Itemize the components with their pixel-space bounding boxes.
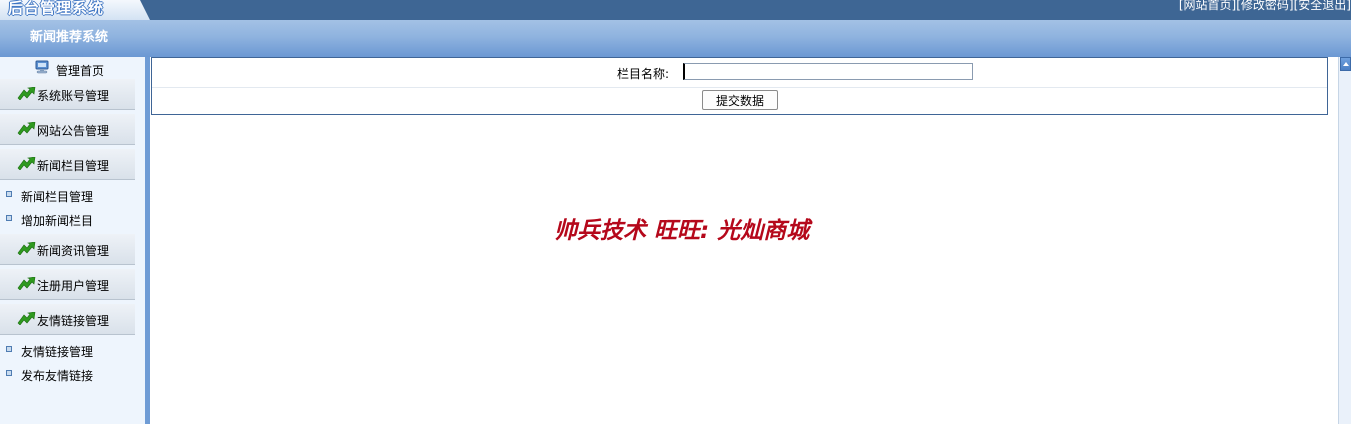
menu-registered-users[interactable]: 注册用户管理 [0, 269, 135, 300]
menu-label: 新闻资讯管理 [37, 244, 110, 258]
submit-button[interactable]: 提交数据 [702, 90, 778, 110]
top-bar: 后台管理系统 [网站首页][修改密码][安全退出] [0, 0, 1351, 20]
site-home-link[interactable]: [网站首页] [1179, 0, 1236, 12]
top-links: [网站首页][修改密码][安全退出] [1179, 0, 1351, 13]
sidebar: 管理首页 系统账号管理 网站公告管理 新闻栏目管理 新闻栏目管理 增加新闻栏目 … [0, 57, 145, 424]
change-password-link[interactable]: [修改密码] [1236, 0, 1293, 12]
bullet-icon [6, 346, 12, 352]
menu-label: 新闻栏目管理 [37, 159, 110, 173]
submenu-news-column-manage[interactable]: 新闻栏目管理 [0, 184, 140, 206]
menu-label: 系统账号管理 [37, 89, 110, 103]
menu-system-accounts[interactable]: 系统账号管理 [0, 79, 135, 110]
sidebar-home[interactable]: 管理首页 [0, 57, 145, 79]
form-row: 栏目名称: [152, 58, 1327, 88]
sub-header [0, 20, 1351, 57]
green-arrow-icon [17, 87, 36, 100]
menu-label: 网站公告管理 [37, 124, 110, 138]
menu-friend-links[interactable]: 友情链接管理 [0, 304, 135, 335]
menu-news-columns[interactable]: 新闻栏目管理 [0, 149, 135, 180]
logout-link[interactable]: [安全退出] [1294, 0, 1351, 12]
green-arrow-icon [17, 242, 36, 255]
menu-site-notices[interactable]: 网站公告管理 [0, 114, 135, 145]
vertical-scrollbar[interactable] [1338, 57, 1351, 424]
scroll-up-icon[interactable] [1340, 57, 1351, 71]
submenu-label: 发布友情链接 [21, 369, 94, 383]
green-arrow-icon [17, 157, 36, 170]
green-arrow-icon [17, 122, 36, 135]
bullet-icon [6, 370, 12, 376]
sidebar-home-label: 管理首页 [56, 64, 105, 78]
submenu-friend-link-manage[interactable]: 友情链接管理 [0, 339, 140, 361]
green-arrow-icon [17, 277, 36, 290]
submenu-publish-friend-link[interactable]: 发布友情链接 [0, 363, 140, 385]
submenu-label: 新闻栏目管理 [21, 190, 94, 204]
column-name-input[interactable] [683, 63, 973, 80]
bullet-icon [6, 215, 12, 221]
menu-label: 注册用户管理 [37, 279, 110, 293]
main-content: 栏目名称: 提交数据 帅兵技术 旺旺: 光灿商城 [150, 57, 1338, 424]
menu-news-articles[interactable]: 新闻资讯管理 [0, 234, 135, 265]
column-form: 栏目名称: 提交数据 [151, 57, 1328, 115]
computer-icon [35, 60, 49, 74]
green-arrow-icon [17, 312, 36, 325]
submenu-add-news-column[interactable]: 增加新闻栏目 [0, 208, 140, 230]
menu-label: 友情链接管理 [37, 314, 110, 328]
column-name-label: 栏目名称: [617, 67, 670, 81]
app-logo: 后台管理系统 [8, 0, 105, 17]
submenu-label: 增加新闻栏目 [21, 214, 94, 228]
system-title: 新闻推荐系统 [30, 30, 109, 45]
bullet-icon [6, 191, 12, 197]
watermark-text: 帅兵技术 旺旺: 光灿商城 [554, 218, 810, 244]
submenu-label: 友情链接管理 [21, 345, 94, 359]
